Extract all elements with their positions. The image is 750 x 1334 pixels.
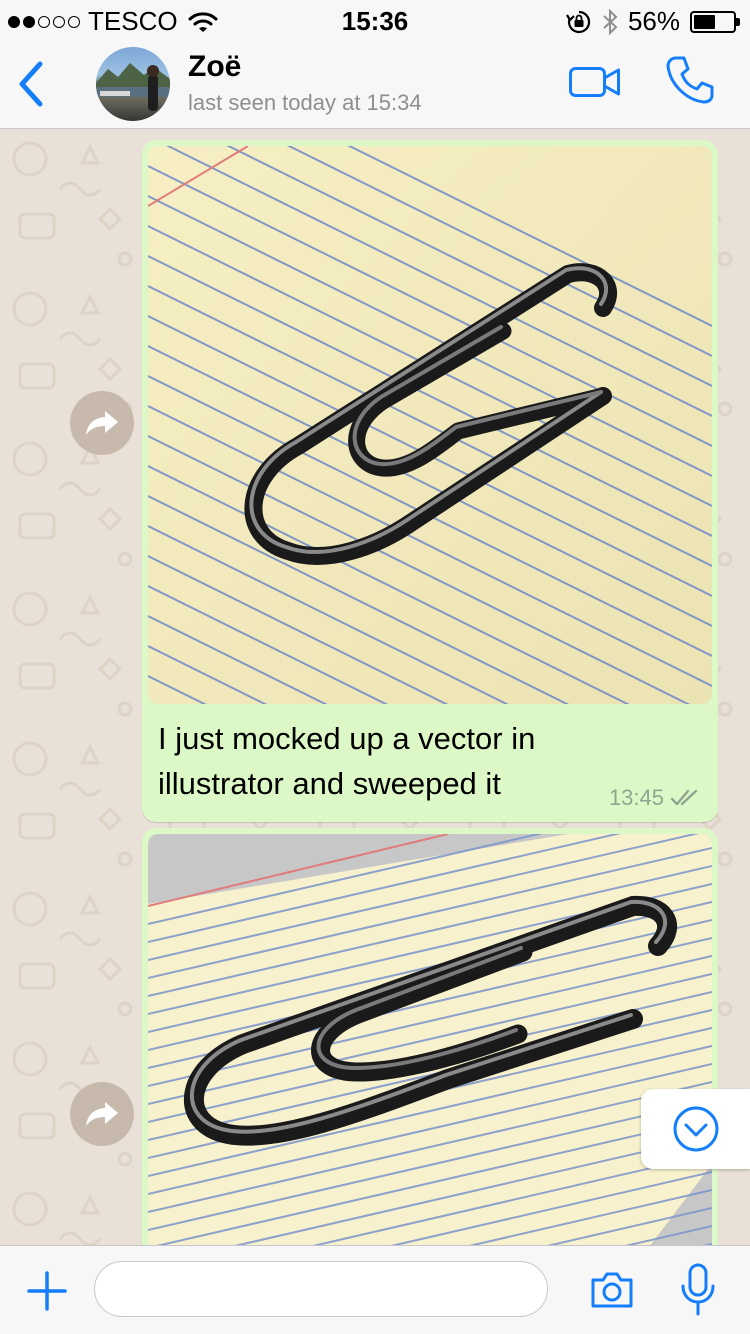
share-arrow-icon [86, 1102, 118, 1126]
message-text: I just mocked up a vector in illustrator… [158, 721, 536, 801]
whatsapp-chat-screen: TESCO 15:36 56% Zoë last seen today at 1… [0, 0, 750, 1334]
avatar-photo [96, 63, 170, 111]
battery-icon [690, 10, 740, 33]
double-check-icon [670, 789, 698, 806]
avatar[interactable] [96, 47, 170, 121]
paperclip-photo [148, 146, 712, 704]
paperclip-photo [148, 834, 712, 1245]
message-time: 13:45 [608, 785, 664, 810]
input-bar [0, 1245, 750, 1334]
message-input[interactable] [94, 1261, 548, 1317]
scroll-to-bottom-button[interactable] [641, 1089, 750, 1169]
phone-icon[interactable] [664, 54, 716, 106]
camera-icon[interactable] [588, 1266, 636, 1314]
outgoing-message[interactable] [142, 828, 718, 1245]
battery-percent: 56% [627, 6, 680, 36]
chat-header: Zoë last seen today at 15:34 [0, 40, 750, 129]
rotation-lock-icon [566, 10, 591, 33]
outgoing-message[interactable]: I just mocked up a vector in illustrator… [142, 140, 718, 822]
status-bar: TESCO 15:36 56% [0, 0, 750, 40]
chevron-down-icon [673, 1106, 718, 1152]
contact-name[interactable]: Zoë [188, 50, 241, 84]
last-seen-status: last seen today at 15:34 [188, 90, 422, 115]
image-attachment[interactable] [148, 146, 712, 704]
image-attachment[interactable] [148, 834, 712, 1245]
plus-icon[interactable] [26, 1270, 68, 1312]
forward-button[interactable] [70, 391, 134, 455]
back-button[interactable] [10, 56, 54, 112]
video-camera-icon[interactable] [568, 62, 622, 102]
status-right: 56% [566, 6, 740, 37]
microphone-icon[interactable] [678, 1262, 718, 1318]
bluetooth-icon [603, 8, 618, 35]
chat-area[interactable]: I just mocked up a vector in illustrator… [0, 129, 750, 1245]
share-arrow-icon [86, 411, 118, 435]
message-meta: 13:45 [609, 785, 700, 811]
forward-button[interactable] [70, 1082, 134, 1146]
battery-level [694, 14, 716, 29]
